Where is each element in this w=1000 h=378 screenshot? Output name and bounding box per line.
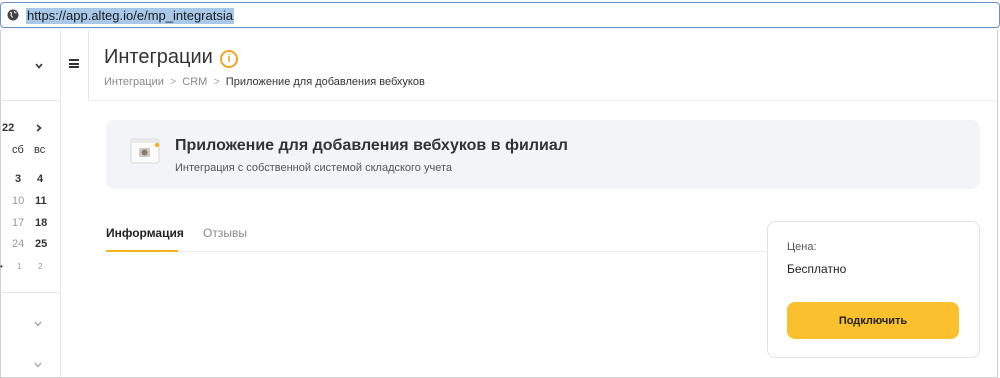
connect-button[interactable]: Подключить [787, 302, 959, 339]
calendar-day[interactable]: 18 [35, 217, 47, 229]
chevron-down-icon[interactable] [34, 61, 44, 71]
weekday-label: вс [34, 144, 46, 156]
price-value: Бесплатно [787, 262, 847, 276]
calendar-day[interactable]: 1 [17, 262, 21, 271]
webhook-app-icon [130, 138, 160, 164]
calendar-day[interactable]: 4 [37, 173, 43, 185]
calendar-day[interactable]: 11 [35, 195, 47, 207]
divider [0, 292, 61, 293]
breadcrumb-item-current: Приложение для добавления вебхуков [225, 76, 425, 88]
breadcrumb-separator: > [169, 76, 177, 88]
calendar-day[interactable]: 10 [12, 195, 24, 207]
app-subtitle: Интеграция с собственной системой складс… [175, 162, 452, 174]
tabs-divider [106, 251, 766, 252]
breadcrumb-item-crm[interactable]: CRM [182, 76, 207, 88]
globe-icon [7, 9, 19, 21]
divider [0, 100, 61, 101]
tab-reviews[interactable]: Отзывы [203, 226, 247, 240]
tab-information[interactable]: Информация [106, 226, 184, 240]
calendar-day[interactable]: 17 [12, 217, 24, 229]
calendar-day-partial: • [0, 262, 3, 271]
calendar-year: 22 [2, 122, 15, 134]
info-icon[interactable]: i [220, 50, 238, 68]
breadcrumb: Интеграции > CRM > Приложение для добавления… [104, 76, 425, 88]
left-calendar-panel [0, 30, 61, 378]
breadcrumb-separator: > [213, 76, 220, 88]
address-bar[interactable]: https://app.alteg.io/e/mp_integratsia [0, 2, 1000, 28]
breadcrumb-item-integrations[interactable]: Интеграции [104, 76, 164, 88]
chevron-right-icon[interactable] [34, 123, 44, 133]
calendar-day[interactable]: 24 [12, 238, 24, 250]
calendar-day[interactable]: 3 [15, 173, 21, 185]
chevron-down-icon[interactable] [33, 319, 43, 329]
url-text[interactable]: https://app.alteg.io/e/mp_integratsia [26, 8, 234, 24]
weekday-label: сб [12, 144, 24, 156]
app-title: Приложение для добавления вебхуков в фил… [175, 137, 568, 154]
page-title: Интеграции [104, 46, 213, 68]
calendar-day[interactable]: 25 [35, 238, 47, 250]
calendar-day[interactable]: 2 [38, 262, 42, 271]
chevron-down-icon[interactable] [33, 360, 43, 370]
active-tab-indicator [106, 250, 178, 252]
divider [89, 100, 997, 101]
price-label: Цена: [787, 241, 817, 253]
hamburger-menu-icon[interactable] [69, 59, 79, 68]
